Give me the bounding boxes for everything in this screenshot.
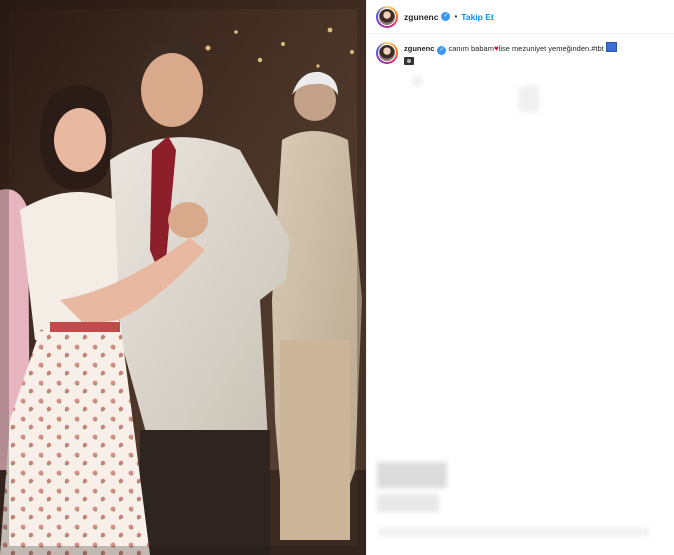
username[interactable]: zgunenc <box>404 12 438 22</box>
caption-avatar[interactable] <box>376 42 398 64</box>
flag-icon <box>605 42 617 52</box>
redacted-comment <box>377 462 447 488</box>
redacted-mark <box>412 76 422 86</box>
caption-part2: lise mezuniyet yemeğinden.#tbt <box>498 44 604 53</box>
follow-button[interactable]: Takip Et <box>461 12 493 22</box>
caption: zgunenc ✓ canım babam♥lise mezuniyet yeme… <box>376 42 659 65</box>
caption-text: zgunenc ✓ canım babam♥lise mezuniyet yeme… <box>404 42 659 65</box>
caption-part1: canım babam <box>446 44 494 53</box>
post-sidebar: zgunenc ✓ • Takip Et zgunenc ✓ canım baba… <box>366 0 674 555</box>
caption-username[interactable]: zgunenc <box>404 44 434 53</box>
post-photo[interactable] <box>0 0 366 555</box>
redacted-comment <box>379 528 649 536</box>
instagram-post: zgunenc ✓ • Takip Et zgunenc ✓ canım baba… <box>0 0 674 555</box>
redacted-mark <box>519 86 539 112</box>
verified-badge-icon: ✓ <box>441 12 451 21</box>
post-header: zgunenc ✓ • Takip Et <box>367 0 674 34</box>
separator: • <box>454 12 458 21</box>
photo-image <box>0 0 366 555</box>
redacted-comment <box>377 494 439 512</box>
clapper-icon <box>404 57 414 65</box>
avatar[interactable] <box>376 5 398 28</box>
